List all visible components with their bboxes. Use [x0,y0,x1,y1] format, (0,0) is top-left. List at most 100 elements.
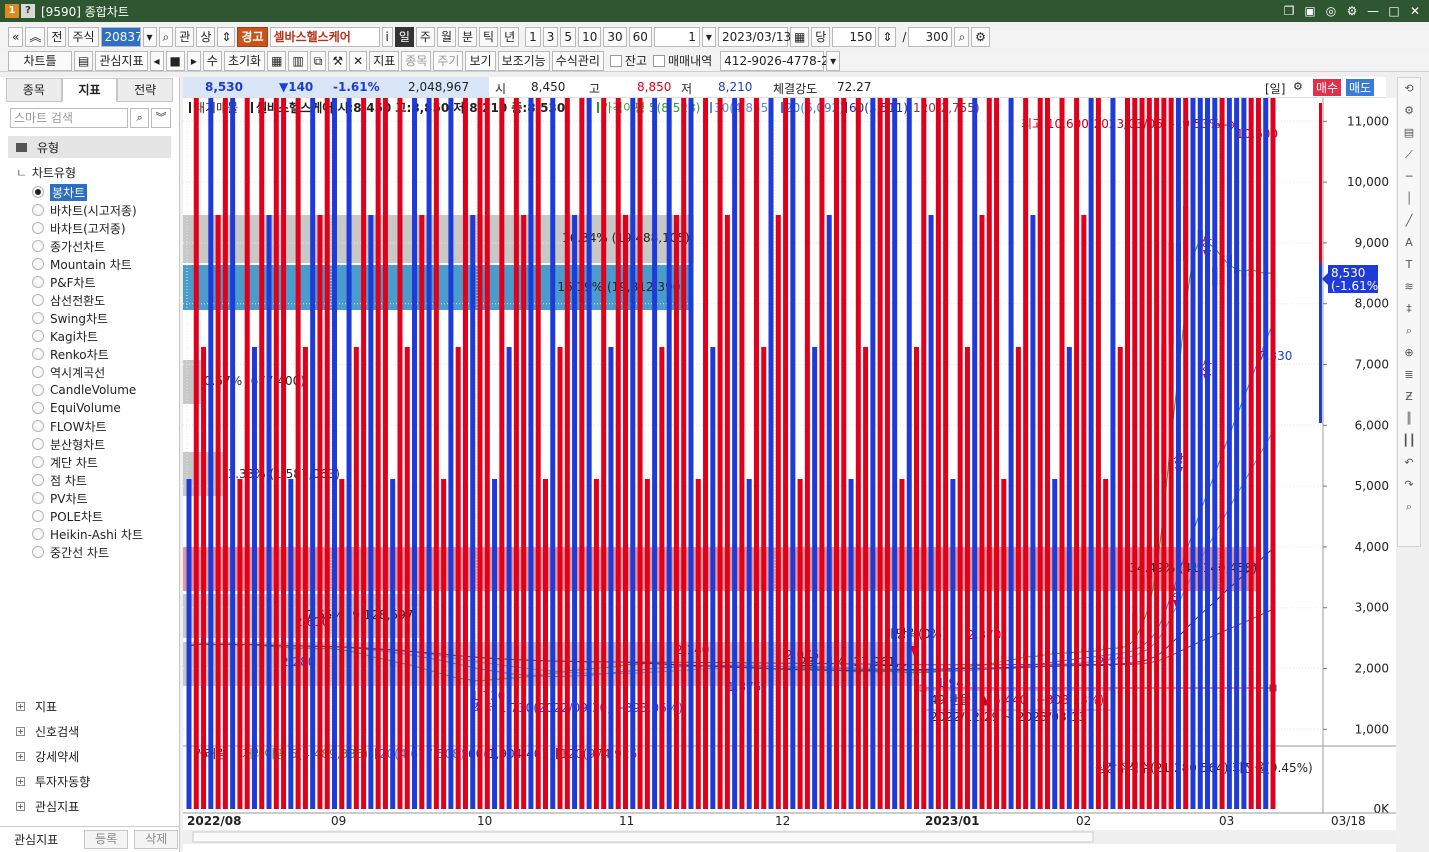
fibonacci-icon[interactable]: ≣ [1404,364,1413,386]
grid-icon[interactable]: ▦ [267,50,287,71]
gear-icon[interactable]: ⚙ [1404,100,1414,122]
cross-icon[interactable]: ✕ [349,50,368,71]
sell-button[interactable]: 매도 [1346,79,1375,96]
chart-type-option[interactable]: 종가선차트 [0,237,179,255]
zigzag-icon[interactable]: Ƶ [1405,386,1413,408]
chart-type-option[interactable]: Renko차트 [0,345,179,363]
interval-select[interactable]: 1 [653,27,700,47]
indicator-group[interactable]: + 강세약세 [16,744,90,769]
radio-icon[interactable] [32,510,44,522]
trend-line-icon[interactable]: ⟋ [1405,144,1413,166]
radio-icon[interactable] [32,366,44,378]
capture-icon[interactable]: ◎ [1323,3,1339,19]
cycle-button[interactable]: 주기 [433,50,464,71]
radio-icon[interactable] [32,420,44,432]
gear-icon[interactable]: ⚙ [971,27,990,47]
chart-type-option[interactable]: Mountain 차트 [0,255,179,273]
market-button[interactable]: 주식 [68,27,99,47]
interval-5[interactable]: 5 [560,27,577,47]
radio-icon[interactable] [32,546,44,558]
radio-icon[interactable] [32,312,44,324]
tool-icon[interactable]: ⚒ [328,50,348,71]
chart-type-option[interactable]: 봉차트 [0,183,179,201]
chart-type-option[interactable]: P&F차트 [0,273,179,291]
expand-plus-icon[interactable]: + [16,802,25,811]
expand-plus-icon[interactable]: + [16,727,25,736]
radio-icon[interactable] [32,384,44,396]
total-input[interactable]: 300 [908,27,953,47]
chart-type-option[interactable]: FLOW차트 [0,417,179,435]
search-icon[interactable]: ⌕ [129,108,150,128]
interval-3[interactable]: 3 [542,27,559,47]
chart-icon[interactable]: ▤ [1404,122,1414,144]
search-icon[interactable]: ⌕ [158,27,174,47]
minimize-icon[interactable]: — [1365,3,1381,19]
count-stepper-icon[interactable]: ⇕ [878,27,897,47]
radio-icon[interactable] [32,456,44,468]
chart-type-option[interactable]: PV차트 [0,489,179,507]
period-tick[interactable]: 틱 [479,27,499,47]
count-input[interactable]: 150 [832,27,877,47]
radio-icon[interactable] [32,330,44,342]
chart-type-option[interactable]: Heikin-Ashi 차트 [0,525,179,543]
tab-strategy[interactable]: 전략 [117,78,174,102]
text-icon[interactable]: T [1406,254,1413,276]
maximize-icon[interactable]: □ [1386,3,1402,19]
chart-type-option[interactable]: 계단 차트 [0,453,179,471]
date-input[interactable]: 2023/03/13 [717,27,791,47]
interval-10[interactable]: 10 [578,27,602,47]
zoom-icon[interactable]: ⌕ [954,27,970,47]
horizontal-line-icon[interactable]: ─ [1406,166,1413,188]
radio-icon[interactable] [32,240,44,252]
chart-type-option[interactable]: CandleVolume [0,381,179,399]
radio-icon[interactable] [32,186,44,198]
chart-frame-button[interactable]: 차트틀 [8,50,72,71]
period-week[interactable]: 주 [415,27,435,47]
indicator-group[interactable]: + 지표 [16,694,90,719]
chart-type-option[interactable]: 삼선전환도 [0,291,179,309]
indicator-button[interactable]: 지표 [369,50,400,71]
balance-checkbox[interactable] [609,54,622,67]
close-icon[interactable]: ✕ [1407,3,1423,19]
indicator-group[interactable]: + 투자자동향 [16,769,90,794]
radio-icon[interactable] [32,348,44,360]
bars-icon[interactable]: ║ [1406,408,1413,430]
register-button[interactable]: 등록 [84,830,129,849]
radio-icon[interactable] [32,222,44,234]
category-header[interactable]: 유형 [8,136,171,158]
stock-code-input[interactable]: 208370 [100,27,141,47]
trade-checkbox[interactable] [653,54,665,67]
next-icon[interactable]: ▸ [186,50,201,71]
radio-icon[interactable] [32,402,44,414]
stepper-icon[interactable]: ⇕ [217,27,236,47]
buy-button[interactable]: 매수 [1313,79,1342,96]
prev-icon[interactable]: ◂ [149,50,164,71]
restore-icon[interactable]: ❐ [1281,3,1297,19]
undo-icon[interactable]: ↶ [1404,452,1413,474]
magnify-icon[interactable]: ⌕ [1406,320,1412,342]
period-year[interactable]: 년 [500,27,520,47]
chart-type-option[interactable]: 바차트(고저종) [0,219,179,237]
frame-icon[interactable]: ▤ [74,50,94,71]
zoom-in-icon[interactable]: ⊕ [1404,342,1413,364]
app-icon[interactable]: 1 [5,4,19,18]
chart-type-option[interactable]: 분산형차트 [0,435,179,453]
save-icon[interactable]: ▣ [1302,3,1318,19]
kwan-button[interactable]: 관 [175,27,195,47]
vertical-line-icon[interactable]: │ [1406,188,1413,210]
columns-icon[interactable]: ┃┃ [1402,430,1415,452]
indicator-group[interactable]: + 신호검색 [16,719,90,744]
chart-type-option[interactable]: 점 차트 [0,471,179,489]
stock-name-field[interactable]: 셀바스헬스케어 [269,27,380,47]
chart-type-option[interactable]: POLE차트 [0,507,179,525]
extra-function-button[interactable]: 보조기능 [497,50,550,71]
settings-icon[interactable]: ⚙ [1344,3,1360,19]
interval-60[interactable]: 60 [628,27,652,47]
radio-icon[interactable] [32,204,44,216]
view-button[interactable]: 보기 [465,50,496,71]
radio-icon[interactable] [32,258,44,270]
chart-type-option[interactable]: Kagi차트 [0,327,179,345]
indicator-group[interactable]: + 관심지표 [16,794,90,819]
all-icon[interactable]: ≋ [1404,276,1413,298]
account-dropdown-icon[interactable]: ▾ [826,50,841,71]
